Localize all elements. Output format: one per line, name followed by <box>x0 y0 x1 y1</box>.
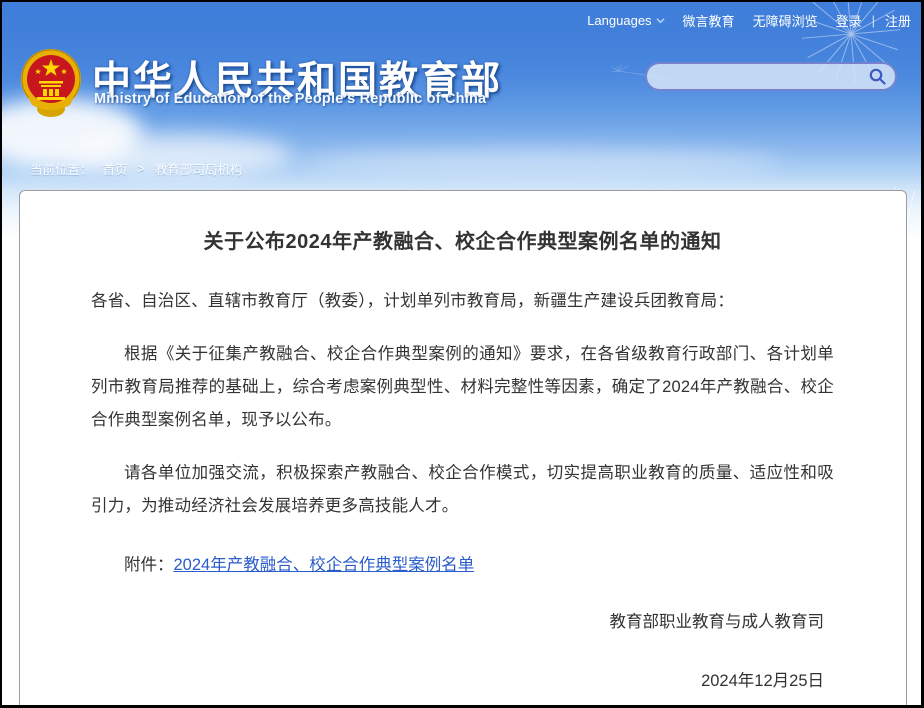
breadcrumb-current[interactable]: 教育部司局机构 <box>155 159 243 178</box>
notice-date: 2024年12月25日 <box>91 665 834 698</box>
search-box <box>645 62 897 91</box>
national-emblem-logo <box>20 47 82 119</box>
page: Languages 微言教育 无障碍浏览 登录 | 注册 中华人民共和国教育部 … <box>0 0 924 708</box>
breadcrumb: 当前位置： 首页 > 教育部司局机构 <box>30 159 242 178</box>
notice-paragraph: 请各单位加强交流，积极探索产教融合、校企合作模式，切实提高职业教育的质量、适应性… <box>91 457 834 523</box>
search-button[interactable] <box>865 64 895 89</box>
topbar-divider: | <box>872 13 875 28</box>
cloud-decoration <box>302 148 782 176</box>
breadcrumb-separator: > <box>138 162 145 176</box>
accessibility-browse-link[interactable]: 无障碍浏览 <box>753 11 818 30</box>
login-link[interactable]: 登录 <box>836 11 862 30</box>
site-header: 中华人民共和国教育部 Ministry of Education of the … <box>2 42 921 152</box>
notice-salutation: 各省、自治区、直辖市教育厅（教委），计划单列市教育局，新疆生产建设兵团教育局： <box>91 285 834 318</box>
topbar: Languages 微言教育 无障碍浏览 登录 | 注册 <box>2 2 921 38</box>
weiyan-education-link[interactable]: 微言教育 <box>683 11 735 30</box>
breadcrumb-home-link[interactable]: 首页 <box>103 159 128 178</box>
search-input[interactable] <box>647 64 865 89</box>
notice-card: 关于公布2024年产教融合、校企合作典型案例名单的通知 各省、自治区、直辖市教育… <box>19 190 907 707</box>
attachment-label: 附件： <box>124 556 174 574</box>
notice-title: 关于公布2024年产教融合、校企合作典型案例名单的通知 <box>91 229 834 255</box>
attachment-link[interactable]: 2024年产教融合、校企合作典型案例名单 <box>174 556 475 574</box>
register-link[interactable]: 注册 <box>885 11 911 30</box>
notice-signer: 教育部职业教育与成人教育司 <box>91 606 834 639</box>
languages-menu[interactable]: Languages <box>587 13 664 28</box>
site-subtitle: Ministry of Education of the People's Re… <box>94 91 486 107</box>
notice-body: 各省、自治区、直辖市教育厅（教委），计划单列市教育局，新疆生产建设兵团教育局： … <box>91 285 834 698</box>
chevron-down-icon <box>656 16 665 25</box>
languages-label: Languages <box>587 13 651 28</box>
breadcrumb-label: 当前位置： <box>30 159 93 178</box>
notice-paragraph: 根据《关于征集产教融合、校企合作典型案例的通知》要求，在各省级教育行政部门、各计… <box>91 338 834 437</box>
attachment-line: 附件：2024年产教融合、校企合作典型案例名单 <box>91 549 834 582</box>
search-icon <box>869 68 886 85</box>
